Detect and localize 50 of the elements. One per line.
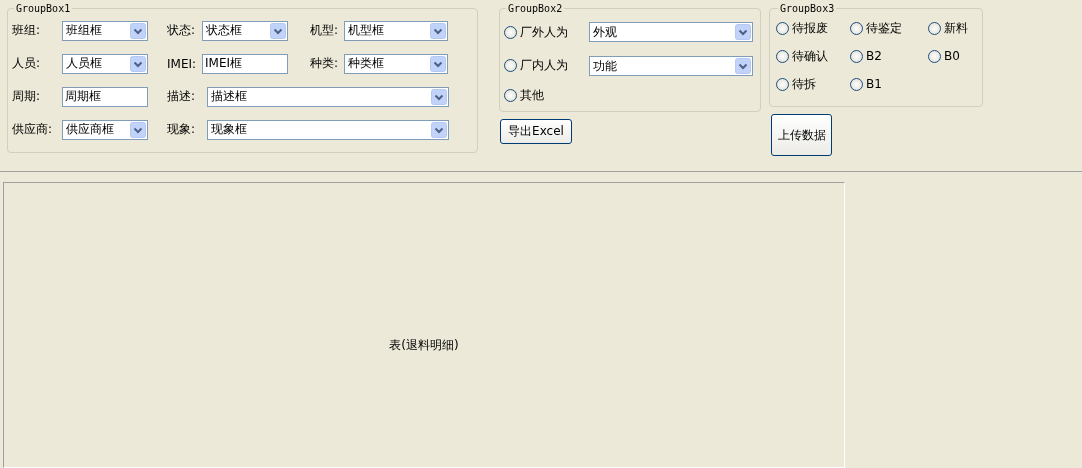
dropdown-field[interactable]: 功能	[589, 56, 753, 76]
dropdown-field[interactable]: 班组框	[62, 20, 148, 41]
radio-button[interactable]	[850, 49, 863, 63]
radio-button[interactable]	[776, 21, 789, 35]
radio-button[interactable]	[504, 88, 517, 102]
radio-option[interactable]: 待确认	[776, 44, 850, 68]
field-label: 班组:	[12, 22, 42, 39]
radio-option[interactable]: B1	[850, 72, 928, 96]
group-title: GroupBox2	[507, 3, 564, 14]
radio-button[interactable]	[850, 77, 863, 91]
field-label: 供应商:	[12, 121, 54, 138]
field-label: 人员:	[12, 55, 42, 72]
radio-option[interactable]: 新料	[928, 16, 978, 40]
radio-button[interactable]	[850, 21, 863, 35]
field-label: 描述:	[167, 88, 197, 105]
export-button[interactable]: 导出Excel	[500, 119, 572, 144]
text-field[interactable]: 周期框	[62, 86, 148, 107]
field-label: 种类:	[310, 55, 340, 72]
field-label: 机型:	[310, 22, 340, 39]
dropdown-field[interactable]: 人员框	[62, 53, 148, 74]
field-label: 周期:	[12, 88, 42, 105]
radio-button[interactable]	[776, 49, 789, 63]
text-field[interactable]: IMEI框	[202, 53, 288, 74]
radio-option[interactable]: 待拆	[776, 72, 850, 96]
field-label: 现象:	[167, 121, 197, 138]
radio-option[interactable]: B0	[928, 44, 978, 68]
field-label: IMEI:	[167, 56, 198, 71]
radio-option[interactable]: 厂内人为	[504, 53, 568, 78]
radio-option[interactable]: 待报废	[776, 16, 850, 40]
group-title: GroupBox3	[779, 3, 836, 14]
radio-option[interactable]: 厂外人为	[504, 20, 568, 45]
radio-option[interactable]: B2	[850, 44, 928, 68]
table-caption: 表(退料明细)	[389, 336, 459, 354]
dropdown-field[interactable]: 外观	[589, 22, 753, 42]
radio-button[interactable]	[504, 59, 517, 72]
upload-button[interactable]: 上传数据	[771, 114, 832, 156]
radio-option[interactable]: 其他	[504, 83, 544, 107]
dropdown-field[interactable]: 种类框	[344, 53, 448, 74]
dropdown-field[interactable]: 供应商框	[62, 119, 148, 140]
dropdown-field[interactable]: 状态框	[202, 20, 288, 41]
field-label: 状态:	[167, 22, 197, 39]
dropdown-field[interactable]: 机型框	[344, 20, 448, 41]
radio-button[interactable]	[504, 26, 517, 39]
radio-button[interactable]	[776, 77, 789, 91]
radio-button[interactable]	[928, 21, 941, 35]
dropdown-field[interactable]: 描述框	[207, 86, 449, 107]
group-title: GroupBox1	[15, 3, 72, 14]
radio-button[interactable]	[928, 49, 941, 63]
radio-option[interactable]: 待鉴定	[850, 16, 928, 40]
dropdown-field[interactable]: 现象框	[207, 119, 449, 140]
